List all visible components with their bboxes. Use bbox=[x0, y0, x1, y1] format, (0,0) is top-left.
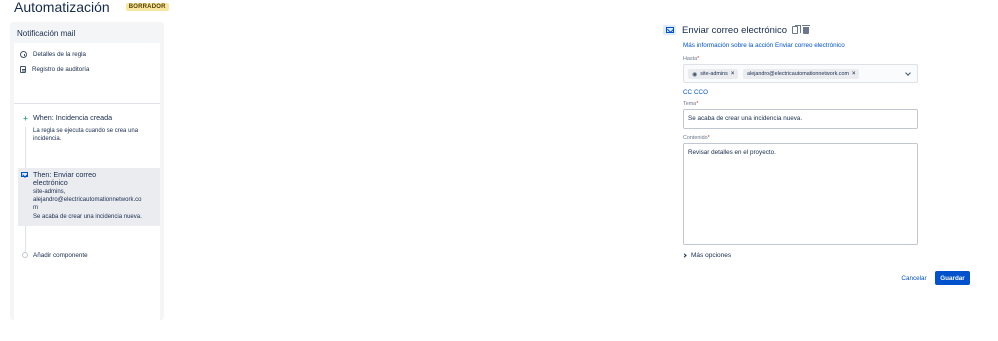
trigger-title: When: Incidencia creada bbox=[33, 113, 113, 122]
info-icon bbox=[20, 51, 27, 58]
recipient-chip-label: site-admins bbox=[700, 71, 728, 77]
page-title: Automatización bbox=[14, 0, 110, 15]
cancel-button[interactable]: Cancelar bbox=[898, 272, 930, 284]
chevron-down-icon[interactable] bbox=[905, 70, 911, 76]
chevron-right-icon bbox=[682, 253, 687, 258]
status-badge: BORRADOR bbox=[125, 3, 169, 11]
content-label: Contenido* bbox=[683, 135, 710, 141]
to-field[interactable]: ◉ site-admins × alejandro@electricautoma… bbox=[683, 64, 918, 83]
document-icon bbox=[20, 66, 26, 73]
action-desc-line-3: m bbox=[33, 205, 38, 211]
mail-icon bbox=[663, 25, 676, 35]
group-icon: ◉ bbox=[692, 71, 698, 78]
cc-link[interactable]: CC bbox=[683, 89, 692, 96]
plus-icon: + bbox=[23, 114, 28, 123]
subject-value: Se acaba de crear una incidencia nueva. bbox=[688, 115, 803, 122]
info-link[interactable]: Más información sobre la acción Enviar c… bbox=[683, 42, 845, 49]
recipient-chip[interactable]: ◉ site-admins × bbox=[688, 69, 739, 79]
trigger-desc-line-1: La regla se ejecuta cuando se crea una bbox=[33, 128, 139, 134]
rule-name: Notificación mail bbox=[17, 29, 76, 38]
subject-label: Tema* bbox=[683, 101, 699, 107]
to-label: Hasta* bbox=[683, 56, 700, 62]
recipient-chip[interactable]: alejandro@electricautomationnetwork.com … bbox=[743, 69, 860, 79]
content-textarea[interactable]: Revisar detalles en el proyecto. bbox=[683, 143, 918, 245]
nav-rule-details[interactable]: Detalles de la regla bbox=[20, 51, 86, 58]
action-title-line-2: electrónico bbox=[33, 178, 68, 187]
trigger-desc-line-2: incidencia. bbox=[33, 136, 62, 142]
rule-sidebar-content: Detalles de la regla Registro de auditor… bbox=[14, 43, 160, 338]
trash-icon[interactable] bbox=[802, 25, 810, 34]
nav-audit-log-label: Registro de auditoría bbox=[32, 66, 90, 73]
more-options-label: Más opciones bbox=[691, 252, 732, 259]
divider bbox=[14, 103, 160, 104]
nav-audit-log[interactable]: Registro de auditoría bbox=[20, 66, 89, 73]
remove-chip-icon[interactable]: × bbox=[731, 71, 735, 77]
page-header: Automatización BORRADOR bbox=[14, 0, 169, 15]
form-title: Enviar correo electrónico bbox=[682, 25, 788, 36]
cco-link[interactable]: CCO bbox=[694, 89, 708, 96]
action-desc-line-2: alejandro@electricautomationnetwork.co bbox=[33, 197, 142, 203]
more-options-toggle[interactable]: Más opciones bbox=[682, 252, 732, 259]
add-component-icon bbox=[22, 252, 28, 258]
rule-sidebar: Notificación mail Detalles de la regla R… bbox=[10, 22, 164, 338]
subject-input[interactable]: Se acaba de crear una incidencia nueva. bbox=[683, 109, 918, 129]
mail-icon bbox=[21, 172, 28, 177]
copy-icon[interactable] bbox=[792, 25, 801, 34]
remove-chip-icon[interactable]: × bbox=[852, 71, 856, 77]
action-desc-line-4: Se acaba de crear una incidencia nueva. bbox=[33, 214, 142, 220]
action-desc-line-1: site-admins, bbox=[33, 189, 66, 195]
save-button[interactable]: Guardar bbox=[935, 271, 970, 285]
add-component-link[interactable]: Añadir componente bbox=[33, 252, 88, 260]
recipient-chip-label: alejandro@electricautomationnetwork.com bbox=[747, 71, 849, 77]
nav-rule-details-label: Detalles de la regla bbox=[33, 51, 86, 58]
content-value: Revisar detalles en el proyecto. bbox=[688, 149, 776, 156]
